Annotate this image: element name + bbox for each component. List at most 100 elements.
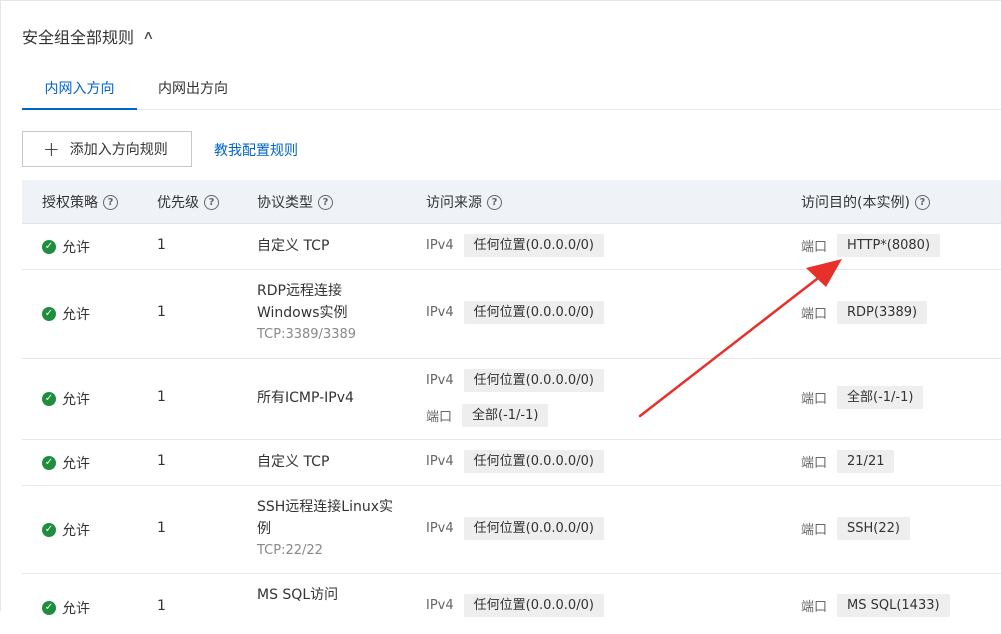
- table-row: ✓ 允许 1 SSH远程连接Linux实 例 TCP:22/22 IPv4 任何…: [22, 486, 1001, 574]
- protocol-name: SSH远程连接Linux实: [257, 499, 394, 515]
- destination-cell: 端口 21/21: [801, 450, 895, 473]
- destination-value-tag: MS SQL(1433): [837, 594, 950, 617]
- destination-value-tag: SSH(22): [837, 517, 910, 540]
- help-icon[interactable]: ?: [487, 194, 502, 210]
- destination-value-tag: HTTP*(8080): [837, 234, 941, 257]
- protocol-port-range: TCP:3389/3389: [257, 327, 357, 342]
- destination-value-tag: 21/21: [837, 450, 895, 473]
- chevron-up-icon[interactable]: ∨: [142, 29, 154, 43]
- destination-cell: 端口 HTTP*(8080): [801, 234, 941, 257]
- destination-value-tag: RDP(3389): [837, 301, 928, 324]
- check-circle-icon: ✓: [42, 392, 56, 406]
- column-label: 协议类型: [257, 195, 313, 211]
- protocol-cell: 自定义 TCP: [257, 235, 329, 257]
- policy-text: 允许: [62, 307, 90, 323]
- policy-cell: ✓ 允许: [42, 598, 90, 618]
- check-circle-icon: ✓: [42, 307, 56, 321]
- source-port-cell: 端口 全部(-1/-1): [426, 404, 549, 427]
- destination-cell: 端口 RDP(3389): [801, 301, 928, 324]
- check-circle-icon: ✓: [42, 240, 56, 254]
- source-value-tag: 任何位置(0.0.0.0/0): [463, 369, 604, 392]
- source-cell: IPv4 任何位置(0.0.0.0/0): [426, 594, 604, 617]
- panel-border-left: [0, 0, 1, 611]
- source-cell: IPv4 任何位置(0.0.0.0/0): [426, 369, 604, 392]
- protocol-name: RDP远程连接: [257, 283, 342, 299]
- protocol-name-line2: 例: [257, 521, 271, 537]
- add-inbound-rule-button[interactable]: + 添加入方向规则: [22, 131, 192, 167]
- source-key: IPv4: [426, 373, 454, 388]
- priority-cell: 1: [157, 453, 166, 469]
- priority-cell: 1: [157, 520, 166, 536]
- check-circle-icon: ✓: [42, 601, 56, 615]
- policy-cell: ✓ 允许: [42, 237, 90, 257]
- destination-cell: 端口 全部(-1/-1): [801, 386, 924, 409]
- table-row: ✓ 允许 1 所有ICMP-IPv4 IPv4 任何位置(0.0.0.0/0) …: [22, 359, 1001, 440]
- column-header-source: 访问来源 ?: [426, 192, 502, 212]
- protocol-name: 所有ICMP-IPv4: [257, 390, 354, 406]
- protocol-cell: 自定义 TCP: [257, 451, 329, 473]
- add-inbound-rule-label: 添加入方向规则: [69, 142, 168, 158]
- protocol-name: 自定义 TCP: [257, 238, 330, 254]
- table-row: ✓ 允许 1 MS SQL访问 IPv4 任何位置(0.0.0.0/0) 端口 …: [22, 574, 1001, 634]
- check-circle-icon: ✓: [42, 523, 56, 537]
- protocol-cell: SSH远程连接Linux实 例 TCP:22/22: [257, 496, 393, 562]
- section-title: 安全组全部规则: [22, 28, 135, 47]
- policy-cell: ✓ 允许: [42, 453, 90, 473]
- source-cell: IPv4 任何位置(0.0.0.0/0): [426, 234, 604, 257]
- help-icon[interactable]: ?: [103, 194, 118, 210]
- check-circle-icon: ✓: [42, 456, 56, 470]
- column-label: 优先级: [157, 195, 199, 211]
- destination-key: 端口: [801, 523, 828, 538]
- priority-cell: 1: [157, 598, 166, 614]
- table-row: ✓ 允许 1 RDP远程连接 Windows实例 TCP:3389/3389 I…: [22, 270, 1001, 359]
- direction-tabs: 内网入方向 内网出方向: [22, 78, 1001, 110]
- source-value-tag: 任何位置(0.0.0.0/0): [463, 301, 604, 324]
- policy-text: 允许: [62, 601, 90, 617]
- protocol-name: 自定义 TCP: [257, 454, 330, 470]
- destination-key: 端口: [801, 456, 828, 471]
- policy-cell: ✓ 允许: [42, 520, 90, 540]
- source-key: IPv4: [426, 238, 454, 253]
- table-row: ✓ 允许 1 自定义 TCP IPv4 任何位置(0.0.0.0/0) 端口 2…: [22, 440, 1001, 486]
- protocol-cell: MS SQL访问: [257, 584, 338, 606]
- policy-cell: ✓ 允许: [42, 389, 90, 409]
- tab-inbound[interactable]: 内网入方向: [22, 78, 137, 110]
- column-header-priority: 优先级 ?: [157, 192, 219, 212]
- plus-icon: +: [43, 137, 60, 161]
- help-icon[interactable]: ?: [204, 194, 219, 210]
- protocol-cell: RDP远程连接 Windows实例 TCP:3389/3389: [257, 280, 356, 346]
- policy-cell: ✓ 允许: [42, 304, 90, 324]
- destination-key: 端口: [801, 392, 828, 407]
- column-header-policy: 授权策略 ?: [42, 192, 118, 212]
- column-label: 访问来源: [426, 195, 482, 211]
- destination-value-tag: 全部(-1/-1): [837, 386, 924, 409]
- destination-cell: 端口 MS SQL(1433): [801, 594, 950, 617]
- column-label: 授权策略: [42, 195, 98, 211]
- policy-text: 允许: [62, 240, 90, 256]
- source-value-tag: 任何位置(0.0.0.0/0): [463, 517, 604, 540]
- source-cell: IPv4 任何位置(0.0.0.0/0): [426, 450, 604, 473]
- destination-key: 端口: [801, 600, 828, 615]
- rule-guide-link[interactable]: 教我配置规则: [214, 140, 298, 160]
- column-header-protocol: 协议类型 ?: [257, 192, 333, 212]
- policy-text: 允许: [62, 392, 90, 408]
- protocol-port-range: TCP:22/22: [257, 543, 323, 558]
- help-icon[interactable]: ?: [914, 194, 930, 210]
- panel-border-top: [0, 0, 1001, 1]
- priority-cell: 1: [157, 237, 166, 253]
- source-key: IPv4: [426, 305, 454, 320]
- protocol-name: MS SQL访问: [257, 587, 339, 603]
- tab-outbound[interactable]: 内网出方向: [158, 78, 228, 109]
- priority-cell: 1: [157, 304, 166, 320]
- section-header[interactable]: 安全组全部规则 ∨: [22, 24, 155, 48]
- help-icon[interactable]: ?: [318, 194, 333, 210]
- source-value-tag: 任何位置(0.0.0.0/0): [463, 234, 604, 257]
- priority-cell: 1: [157, 389, 166, 405]
- source-key: IPv4: [426, 454, 454, 469]
- column-header-destination: 访问目的(本实例) ?: [801, 192, 930, 212]
- source-port-tag: 全部(-1/-1): [462, 404, 549, 427]
- destination-key: 端口: [801, 240, 828, 255]
- table-header: 授权策略 ? 优先级 ? 协议类型 ? 访问来源 ? 访问目的(本实例) ?: [22, 180, 1001, 224]
- policy-text: 允许: [62, 523, 90, 539]
- destination-cell: 端口 SSH(22): [801, 517, 910, 540]
